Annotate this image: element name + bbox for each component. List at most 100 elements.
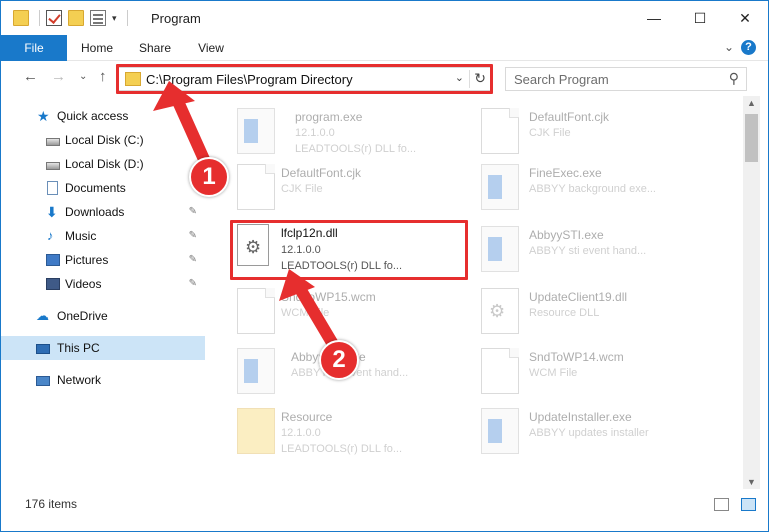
file-detail: 12.1.0.0	[295, 127, 335, 139]
details-view-icon[interactable]	[714, 498, 729, 511]
file-detail: ABBYY background exe...	[529, 183, 656, 195]
nav-item-onedrive[interactable]: ☁ OneDrive	[1, 304, 205, 328]
file-name: DefaultFont.cjk	[529, 110, 610, 124]
nav-item-documents[interactable]: Documents	[1, 176, 205, 200]
minimize-button[interactable]: —	[631, 1, 677, 35]
folder-icon	[13, 10, 29, 26]
nav-label: Local Disk (C:)	[65, 133, 144, 147]
nav-label: Network	[57, 373, 102, 387]
window-title: Program	[151, 11, 201, 26]
help-icon[interactable]: ?	[741, 40, 756, 55]
file-icon	[481, 348, 519, 394]
file-detail: WCM File	[281, 307, 330, 319]
pin-icon[interactable]: ✎	[189, 254, 197, 265]
scroll-down-icon[interactable]: ▼	[747, 477, 756, 487]
nav-item-pictures[interactable]: Pictures ✎	[1, 248, 205, 272]
recent-locations-button[interactable]: ⌄	[79, 71, 87, 82]
status-bar: 176 items	[1, 489, 768, 519]
expand-ribbon-icon[interactable]: ⌄	[724, 40, 734, 54]
nav-item-local-disk-c[interactable]: Local Disk (C:)	[1, 128, 205, 152]
file-item[interactable]: SndToWP14.wcm WCM File	[473, 342, 709, 398]
file-item[interactable]: DefaultFont.cjk CJK File	[473, 102, 709, 158]
close-button[interactable]: ✕	[722, 1, 768, 35]
disk-icon	[46, 137, 60, 146]
nav-label: Music	[65, 229, 97, 243]
file-item[interactable]: program.exe 12.1.0.0 LEADTOOLS(r) DLL fo…	[229, 102, 465, 158]
nav-item-local-disk-d[interactable]: Local Disk (D:)	[1, 152, 205, 176]
new-folder-icon[interactable]	[68, 10, 84, 26]
dll-gear-icon: ⚙	[481, 288, 519, 334]
file-name: SndToWP15.wcm	[281, 290, 376, 304]
file-list: program.exe 12.1.0.0 LEADTOOLS(r) DLL fo…	[213, 96, 743, 489]
documents-icon	[47, 181, 58, 195]
file-detail: WCM File	[529, 367, 578, 379]
file-name: program.exe	[295, 110, 363, 124]
pictures-icon	[46, 254, 60, 266]
step-badge-2: 2	[319, 340, 359, 380]
nav-label: Videos	[65, 277, 102, 291]
file-detail: 12.1.0.0	[281, 427, 321, 439]
file-detail: LEADTOOLS(r) DLL fo...	[281, 443, 403, 455]
quick-access-toolbar: ▾	[13, 10, 128, 26]
file-item[interactable]: DefaultFont.cjk CJK File	[229, 158, 465, 214]
file-name: Resource	[281, 410, 333, 424]
customize-icon[interactable]	[90, 10, 106, 26]
file-item[interactable]: SndToWP15.wcm WCM File	[229, 282, 465, 338]
tab-home[interactable]: Home	[73, 35, 121, 61]
nav-item-network[interactable]: Network	[1, 368, 205, 392]
file-name: DefaultFont.cjk	[281, 166, 362, 180]
file-name: UpdateInstaller.exe	[529, 410, 632, 424]
file-item[interactable]: FineExec.exe ABBYY background exe...	[473, 158, 709, 214]
pin-icon[interactable]: ✎	[189, 206, 197, 217]
nav-item-quick-access[interactable]: ★ Quick access	[1, 104, 205, 128]
search-box[interactable]: Search Program ⚲	[505, 67, 747, 91]
vertical-scrollbar[interactable]: ▲ ▼	[743, 96, 760, 489]
nav-label: OneDrive	[57, 309, 108, 323]
properties-check-icon[interactable]	[46, 10, 62, 26]
videos-icon	[46, 278, 60, 290]
file-icon	[481, 108, 519, 154]
nav-item-downloads[interactable]: ⬇ Downloads ✎	[1, 200, 205, 224]
nav-label: Local Disk (D:)	[65, 157, 144, 171]
nav-item-this-pc[interactable]: This PC	[1, 336, 205, 360]
nav-item-videos[interactable]: Videos ✎	[1, 272, 205, 296]
file-detail: Resource DLL	[529, 307, 600, 319]
forward-button[interactable]: →	[51, 68, 66, 85]
up-button[interactable]: ↑	[99, 68, 107, 85]
maximize-button[interactable]: ☐	[677, 1, 723, 35]
tab-share[interactable]: Share	[131, 35, 179, 61]
file-detail: ABBYY sti event hand...	[529, 245, 647, 257]
title-bar: ▾ Program — ☐ ✕	[1, 1, 768, 35]
tab-view[interactable]: View	[187, 35, 235, 61]
item-count: 176 items	[25, 497, 78, 511]
pin-icon[interactable]: ✎	[189, 230, 197, 241]
nav-label: Quick access	[57, 109, 129, 123]
divider	[126, 10, 128, 26]
nav-item-music[interactable]: ♪ Music ✎	[1, 224, 205, 248]
downloads-icon: ⬇	[46, 204, 58, 220]
highlight-box-file	[230, 220, 468, 280]
scroll-thumb[interactable]	[745, 114, 758, 162]
file-name: AbbyySTI.exe	[529, 228, 604, 242]
file-item[interactable]: ⚙ UpdateClient19.dll Resource DLL	[473, 282, 709, 338]
tab-file[interactable]: File	[1, 35, 67, 61]
file-icon	[237, 164, 275, 210]
file-icon	[237, 288, 275, 334]
divider	[39, 10, 40, 26]
tiles-view-icon[interactable]	[741, 498, 756, 511]
nav-label: Downloads	[65, 205, 125, 219]
file-item[interactable]: AbbyySTI.exe ABBYY sti event hand...	[473, 220, 709, 276]
file-name: FineExec.exe	[529, 166, 602, 180]
this-pc-icon	[36, 344, 50, 354]
highlight-box-address	[116, 64, 493, 94]
file-item[interactable]: Resource 12.1.0.0 LEADTOOLS(r) DLL fo...	[229, 402, 465, 458]
application-icon	[481, 226, 519, 272]
application-icon	[237, 348, 275, 394]
search-icon[interactable]: ⚲	[729, 70, 739, 87]
back-button[interactable]: ←	[23, 68, 38, 85]
scroll-up-icon[interactable]: ▲	[747, 98, 756, 108]
pin-icon[interactable]: ✎	[189, 278, 197, 289]
file-item[interactable]: UpdateInstaller.exe ABBYY updates instal…	[473, 402, 709, 458]
chevron-down-icon[interactable]: ▾	[112, 13, 117, 24]
explorer-window: ▾ Program — ☐ ✕ File Home Share View ⌄ ?…	[0, 0, 769, 532]
